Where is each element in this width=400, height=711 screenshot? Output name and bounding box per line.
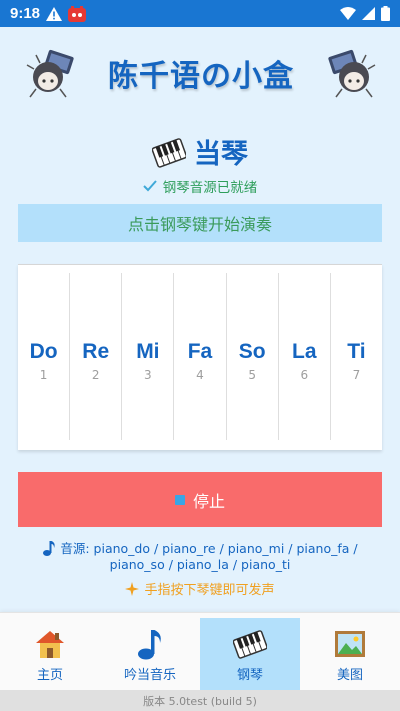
piano-key-mi[interactable]: Mi 3 — [122, 273, 175, 440]
nav-label: 主页 — [36, 667, 63, 683]
check-icon — [143, 180, 157, 192]
piano-keyboard: Do 1 Re 2 Mi 3 Fa 4 So 5 La 6 Ti 7 — [18, 264, 382, 450]
section-title: 当琴 — [0, 132, 400, 171]
nav-item-gallery[interactable]: 美图 — [300, 618, 400, 692]
key-name: La — [292, 339, 317, 363]
key-name: So — [238, 339, 266, 363]
mascot-right-icon — [328, 49, 376, 98]
piano-key-do[interactable]: Do 1 — [18, 273, 71, 440]
ready-text: 钢琴音源已就绪 — [162, 180, 258, 196]
piano-key-re[interactable]: Re 2 — [70, 273, 123, 440]
key-name: Ti — [347, 339, 366, 363]
key-number: 1 — [39, 367, 48, 382]
app-header: 陈千语の小盒 — [0, 27, 400, 119]
key-number: 3 — [144, 367, 152, 382]
piano-key-so[interactable]: So 5 — [227, 273, 279, 440]
piano-key-fa[interactable]: Fa 4 — [174, 273, 227, 440]
key-name: Fa — [187, 339, 213, 363]
house-icon — [36, 630, 64, 658]
key-number: 7 — [352, 367, 361, 382]
piano-icon — [233, 629, 267, 659]
version-footer: 版本 5.0test (build 5) — [0, 690, 400, 711]
signal-icon — [362, 7, 375, 20]
music-note-icon — [138, 629, 161, 659]
audio-source-info: 音源: piano_do / piano_re / piano_mi / pia… — [30, 540, 370, 573]
section-title-text: 当琴 — [194, 139, 248, 170]
wifi-icon — [340, 7, 356, 20]
stop-button[interactable]: 停止 — [18, 472, 382, 527]
nav-label: 钢琴 — [236, 667, 263, 683]
key-name: Re — [82, 339, 110, 363]
status-time: 9:18 — [10, 5, 41, 22]
nav-item-piano[interactable]: 钢琴 — [200, 618, 300, 692]
piano-key-la[interactable]: La 6 — [279, 273, 331, 440]
app-title: 陈千语の小盒 — [108, 59, 294, 94]
piano-icon — [152, 137, 186, 168]
play-hint-banner: 点击钢琴键开始演奏 — [18, 204, 382, 242]
ready-status: 钢琴音源已就绪 — [0, 176, 400, 196]
notification-app-icon — [68, 5, 87, 22]
key-number: 6 — [300, 367, 309, 382]
piano-key-ti[interactable]: Ti 7 — [331, 273, 382, 440]
warning-icon — [46, 6, 63, 21]
stop-icon — [174, 494, 185, 505]
status-bar: 9:18 — [0, 0, 400, 27]
usage-tip-text: 手指按下琴键即可发声 — [144, 583, 275, 598]
key-name: Mi — [136, 339, 160, 363]
key-number: 5 — [248, 367, 256, 382]
mascot-left-icon — [26, 49, 74, 98]
nav-item-home[interactable]: 主页 — [0, 618, 100, 692]
usage-tip: 手指按下琴键即可发声 — [0, 579, 400, 598]
bottom-navigation: 主页 吟当音乐 钢琴 美图 — [0, 612, 400, 692]
sparkle-icon — [125, 581, 140, 596]
key-number: 2 — [91, 367, 100, 382]
nav-label: 吟当音乐 — [123, 667, 176, 683]
key-number: 4 — [196, 367, 204, 382]
key-name: Do — [29, 339, 58, 363]
nav-label: 美图 — [336, 667, 363, 683]
music-note-icon — [43, 541, 55, 556]
stop-label: 停止 — [192, 491, 225, 511]
audio-source-text: 音源: piano_do / piano_re / piano_mi / pia… — [60, 541, 358, 572]
framed-picture-icon — [335, 630, 365, 657]
nav-item-music[interactable]: 吟当音乐 — [100, 618, 200, 692]
battery-icon — [381, 6, 390, 21]
